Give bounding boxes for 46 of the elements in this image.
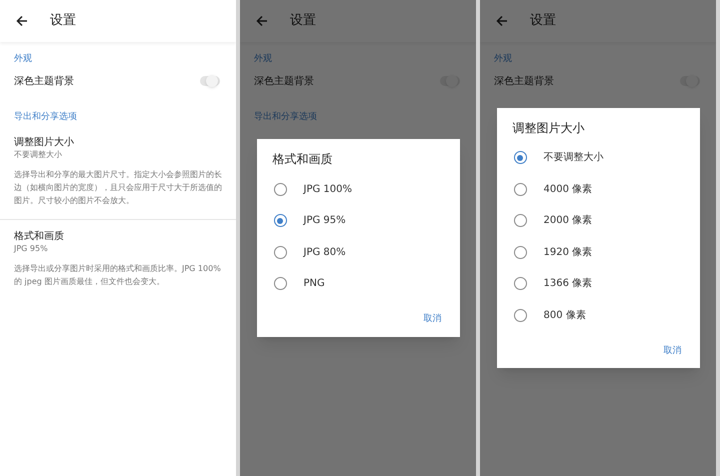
radio-option[interactable]: JPG 95%	[256, 204, 460, 236]
radio-button[interactable]	[274, 182, 286, 196]
screen-title: 设置	[530, 12, 556, 30]
radio-option[interactable]: JPG 100%	[256, 173, 460, 205]
setting-description: 选择导出或分享图片时采用的格式和画质比率。JPG 100% 的 jpeg 图片画质最佳，但文件也会变大。	[14, 263, 222, 288]
back-arrow-icon	[16, 15, 28, 27]
section-header: 外观	[494, 52, 513, 66]
setting-label: 深色主题背景	[14, 74, 74, 88]
cancel-button[interactable]: 取消	[664, 344, 682, 358]
setting-value: 不要调整大小	[14, 149, 63, 160]
setting-label: 深色主题背景	[494, 74, 554, 88]
radio-button[interactable]	[274, 214, 286, 227]
back-arrow-icon	[256, 15, 268, 27]
section-header: 外观	[14, 52, 33, 66]
back-button[interactable]	[14, 13, 30, 29]
cancel-button[interactable]: 取消	[424, 313, 442, 327]
setting-value: JPG 95%	[14, 243, 49, 254]
radio-button[interactable]	[514, 277, 526, 290]
radio-button[interactable]	[514, 308, 526, 322]
radio-button[interactable]	[514, 246, 526, 258]
radio-button[interactable]	[514, 182, 526, 196]
section-header: 导出和分享选项	[14, 110, 78, 124]
radio-option[interactable]: 800 像素	[496, 299, 700, 331]
screen-title: 设置	[290, 12, 316, 30]
setting-description: 选择导出和分享的最大图片尺寸。指定大小会参照图片的长边（如横向图片的宽度），且只会应用于尺寸大于所选值的图片。尺寸较小的图片不会放大。	[14, 169, 222, 207]
screen-title: 设置	[50, 12, 76, 30]
section-header: 导出和分享选项	[254, 110, 318, 124]
radio-option[interactable]: 1366 像素	[496, 268, 700, 300]
radio-option[interactable]: JPG 80%	[256, 236, 460, 268]
radio-option[interactable]: PNG	[256, 268, 460, 300]
radio-option[interactable]: 2000 像素	[496, 204, 700, 236]
back-arrow-icon	[496, 15, 508, 27]
radio-button[interactable]	[514, 214, 526, 227]
radio-option[interactable]: 1920 像素	[496, 236, 700, 268]
radio-option[interactable]: 4000 像素	[496, 173, 700, 205]
setting-label[interactable]: 调整图片大小	[14, 136, 222, 149]
dialog-title: 格式和画质	[272, 151, 334, 168]
section-header: 外观	[254, 52, 273, 66]
radio-button[interactable]	[274, 277, 286, 290]
setting-label[interactable]: 格式和画质	[14, 230, 222, 243]
radio-option[interactable]: 不要调整大小	[496, 142, 700, 174]
radio-button[interactable]	[274, 246, 286, 258]
dialog-title: 调整图片大小	[512, 120, 586, 136]
toggle-switch[interactable]	[200, 76, 220, 86]
radio-button[interactable]	[514, 151, 526, 164]
setting-label: 深色主题背景	[254, 74, 314, 88]
